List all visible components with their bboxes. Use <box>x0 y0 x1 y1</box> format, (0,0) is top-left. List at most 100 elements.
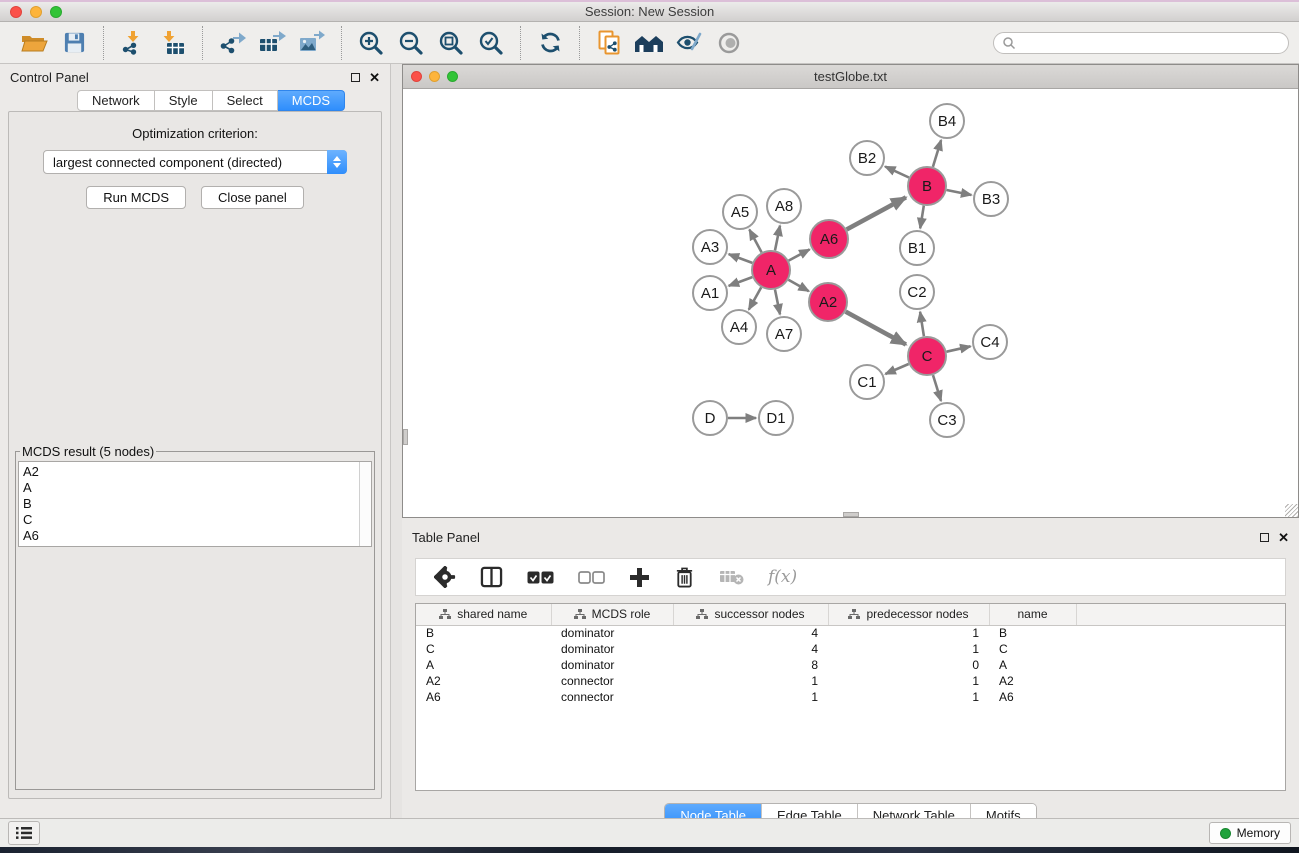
table-cell[interactable]: B <box>416 625 551 641</box>
table-cell[interactable]: dominator <box>551 657 673 673</box>
table-cell[interactable]: A <box>416 657 551 673</box>
table-cell[interactable]: A6 <box>989 689 1076 705</box>
table-cell[interactable]: dominator <box>551 625 673 641</box>
node-B2[interactable]: B2 <box>850 141 884 175</box>
function-builder-button[interactable]: f(x) <box>768 567 797 587</box>
table-cell[interactable]: connector <box>551 673 673 689</box>
select-all-columns-button[interactable] <box>527 571 554 584</box>
edge-C-C2[interactable] <box>920 312 924 336</box>
edge-A-A4[interactable] <box>749 287 761 309</box>
save-session-button[interactable] <box>58 27 90 59</box>
network-resize-gripper[interactable] <box>1285 504 1298 517</box>
task-history-button[interactable] <box>8 821 40 845</box>
table-cell[interactable]: 1 <box>828 689 989 705</box>
zoom-in-button[interactable] <box>355 27 387 59</box>
zoom-fit-button[interactable] <box>435 27 467 59</box>
import-table-button[interactable] <box>157 27 189 59</box>
tab-style[interactable]: Style <box>155 90 213 111</box>
node-A4[interactable]: A4 <box>722 310 756 344</box>
import-network-button[interactable] <box>117 27 149 59</box>
node-B1[interactable]: B1 <box>900 231 934 265</box>
table-settings-button[interactable] <box>434 566 456 588</box>
table-cell[interactable]: 4 <box>673 625 828 641</box>
table-cell[interactable]: C <box>989 641 1076 657</box>
search-input[interactable] <box>993 32 1289 54</box>
memory-button[interactable]: Memory <box>1209 822 1291 844</box>
close-panel-button[interactable]: Close panel <box>201 186 304 209</box>
table-cell[interactable]: dominator <box>551 641 673 657</box>
open-session-button[interactable] <box>18 27 50 59</box>
show-hide-panels-button[interactable] <box>673 27 705 59</box>
table-cell[interactable]: C <box>416 641 551 657</box>
table-cell[interactable]: A2 <box>416 673 551 689</box>
edge-A-A8[interactable] <box>775 226 780 251</box>
column-header-predecessor-nodes[interactable]: predecessor nodes <box>828 604 989 625</box>
close-table-panel-icon[interactable]: ✕ <box>1278 533 1289 542</box>
edge-B-B4[interactable] <box>933 140 941 167</box>
mcds-result-item[interactable]: A6 <box>23 528 355 544</box>
create-column-button[interactable] <box>629 567 650 588</box>
table-cell[interactable]: 1 <box>828 641 989 657</box>
node-C2[interactable]: C2 <box>900 275 934 309</box>
table-cell[interactable]: 1 <box>673 673 828 689</box>
node-C[interactable]: C <box>908 337 946 375</box>
edge-B-B2[interactable] <box>885 167 909 178</box>
node-A7[interactable]: A7 <box>767 317 801 351</box>
close-panel-icon[interactable]: ✕ <box>369 73 380 82</box>
table-cell[interactable]: connector <box>551 689 673 705</box>
table-row[interactable]: A6connector11A6 <box>416 689 1285 705</box>
node-D[interactable]: D <box>693 401 727 435</box>
node-B[interactable]: B <box>908 167 946 205</box>
table-cell[interactable]: 1 <box>828 673 989 689</box>
mcds-list-scrollbar[interactable] <box>359 462 371 546</box>
tab-network[interactable]: Network <box>77 90 155 111</box>
unselect-all-columns-button[interactable] <box>578 571 605 584</box>
table-cell[interactable]: 4 <box>673 641 828 657</box>
mcds-result-item[interactable]: B <box>23 496 355 512</box>
node-C1[interactable]: C1 <box>850 365 884 399</box>
node-B3[interactable]: B3 <box>974 182 1008 216</box>
column-header-shared-name[interactable]: shared name <box>416 604 551 625</box>
node-A2[interactable]: A2 <box>809 283 847 321</box>
table-cell[interactable]: 1 <box>828 625 989 641</box>
export-table-button[interactable] <box>256 27 288 59</box>
table-cell[interactable]: 0 <box>828 657 989 673</box>
node-A[interactable]: A <box>752 251 790 289</box>
show-columns-button[interactable] <box>480 566 503 588</box>
delete-table-button[interactable] <box>719 569 744 585</box>
float-table-panel-icon[interactable] <box>1260 533 1269 542</box>
network-snapshot-button[interactable] <box>593 27 625 59</box>
table-row[interactable]: Cdominator41C <box>416 641 1285 657</box>
node-C4[interactable]: C4 <box>973 325 1007 359</box>
table-cell[interactable]: 8 <box>673 657 828 673</box>
tab-mcds[interactable]: MCDS <box>278 90 345 111</box>
edge-B-B3[interactable] <box>947 190 972 195</box>
mcds-result-item[interactable]: A <box>23 480 355 496</box>
edge-A-A3[interactable] <box>729 254 753 263</box>
network-canvas[interactable]: B4B2BB3A5A8A6B1A3AC2A1A2A4A7C4CC1DD1C3 <box>403 89 1298 517</box>
column-header-name[interactable]: name <box>989 604 1076 625</box>
mcds-result-item[interactable]: A2 <box>23 464 355 480</box>
delete-column-button[interactable] <box>674 566 695 589</box>
edge-C-C1[interactable] <box>885 364 908 374</box>
table-cell[interactable]: B <box>989 625 1076 641</box>
column-header-successor-nodes[interactable]: successor nodes <box>673 604 828 625</box>
edge-C-C4[interactable] <box>947 346 971 351</box>
network-horizontal-scrollbar[interactable] <box>843 512 859 517</box>
node-A5[interactable]: A5 <box>723 195 757 229</box>
edge-A-A1[interactable] <box>729 277 753 286</box>
table-cell[interactable]: 1 <box>673 689 828 705</box>
edge-A-A6[interactable] <box>789 249 810 260</box>
node-A6[interactable]: A6 <box>810 220 848 258</box>
export-network-button[interactable] <box>216 27 248 59</box>
table-cell[interactable]: A6 <box>416 689 551 705</box>
node-A3[interactable]: A3 <box>693 230 727 264</box>
node-A1[interactable]: A1 <box>693 276 727 310</box>
edge-A-A7[interactable] <box>775 290 780 315</box>
edge-A2-C[interactable] <box>846 312 906 345</box>
tab-select[interactable]: Select <box>213 90 278 111</box>
refresh-button[interactable] <box>534 27 566 59</box>
network-graph[interactable]: B4B2BB3A5A8A6B1A3AC2A1A2A4A7C4CC1DD1C3 <box>403 89 1298 517</box>
run-mcds-button[interactable]: Run MCDS <box>86 186 186 209</box>
table-row[interactable]: Bdominator41B <box>416 625 1285 641</box>
